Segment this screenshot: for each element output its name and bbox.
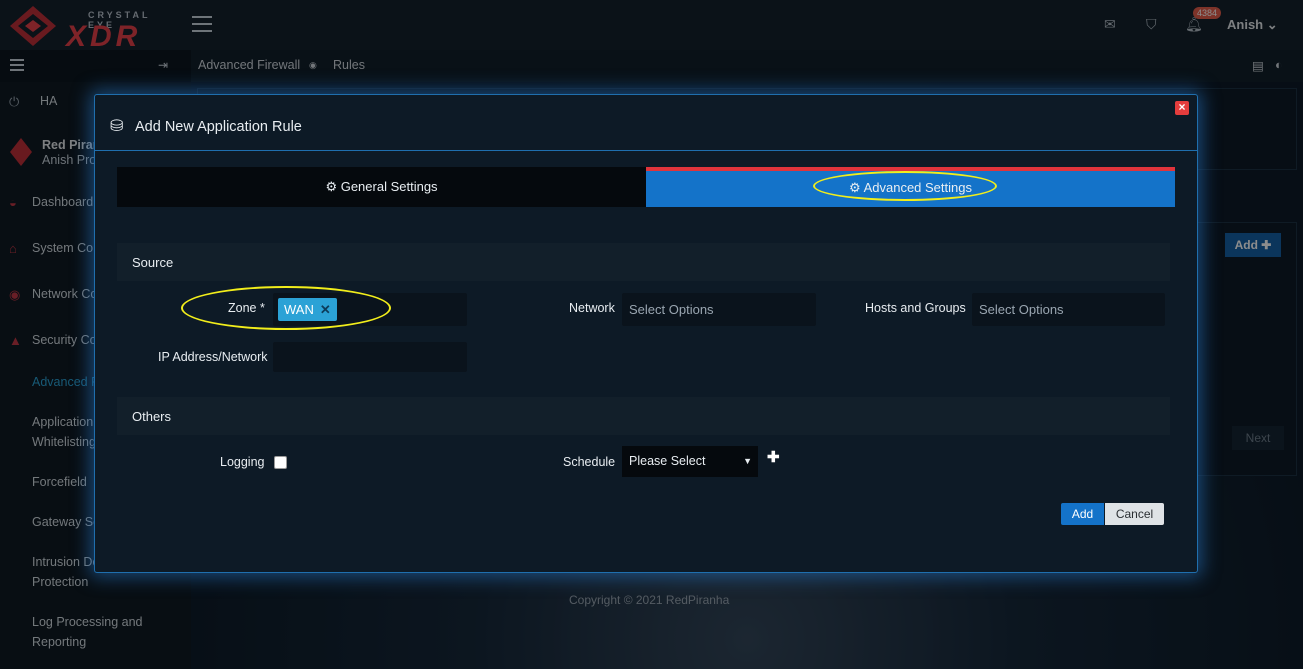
add-application-rule-modal: ⛁ Add New Application Rule × ⚙ General S… xyxy=(94,94,1198,573)
network-label: Network xyxy=(569,301,615,315)
cubes-icon: ⛁ xyxy=(110,118,124,135)
tab-general-settings[interactable]: ⚙ General Settings xyxy=(117,167,646,207)
ip-address-label: IP Address/Network xyxy=(158,350,268,364)
hosts-groups-multiselect[interactable]: Select Options xyxy=(972,293,1165,326)
logging-label: Logging xyxy=(220,455,265,469)
others-section-header: Others xyxy=(117,397,1170,435)
add-button[interactable]: Add xyxy=(1061,503,1104,525)
source-section-header: Source xyxy=(117,243,1170,281)
schedule-label: Schedule xyxy=(563,455,616,469)
cancel-button[interactable]: Cancel xyxy=(1105,503,1164,525)
add-schedule-icon[interactable]: ✚ xyxy=(767,448,780,466)
schedule-select[interactable]: Please Select ▼ xyxy=(622,446,758,477)
section-title: Source xyxy=(132,255,174,270)
highlight-annotation xyxy=(181,286,391,330)
close-icon: × xyxy=(1178,100,1186,114)
hosts-groups-label: Hosts and Groups xyxy=(865,301,966,315)
modal-header: ⛁ Add New Application Rule × xyxy=(95,95,1197,151)
close-button[interactable]: × xyxy=(1175,101,1189,115)
tab-label: General Settings xyxy=(340,179,438,194)
network-multiselect[interactable]: Select Options xyxy=(622,293,816,326)
schedule-selected-value: Please Select xyxy=(629,454,706,468)
caret-down-icon: ▼ xyxy=(743,456,752,466)
modal-title: Add New Application Rule xyxy=(135,119,302,135)
ip-address-input[interactable] xyxy=(273,342,467,372)
highlight-annotation xyxy=(813,171,997,201)
gear-icon: ⚙ xyxy=(325,179,338,194)
section-title: Others xyxy=(132,409,172,424)
logging-checkbox[interactable] xyxy=(274,456,287,469)
